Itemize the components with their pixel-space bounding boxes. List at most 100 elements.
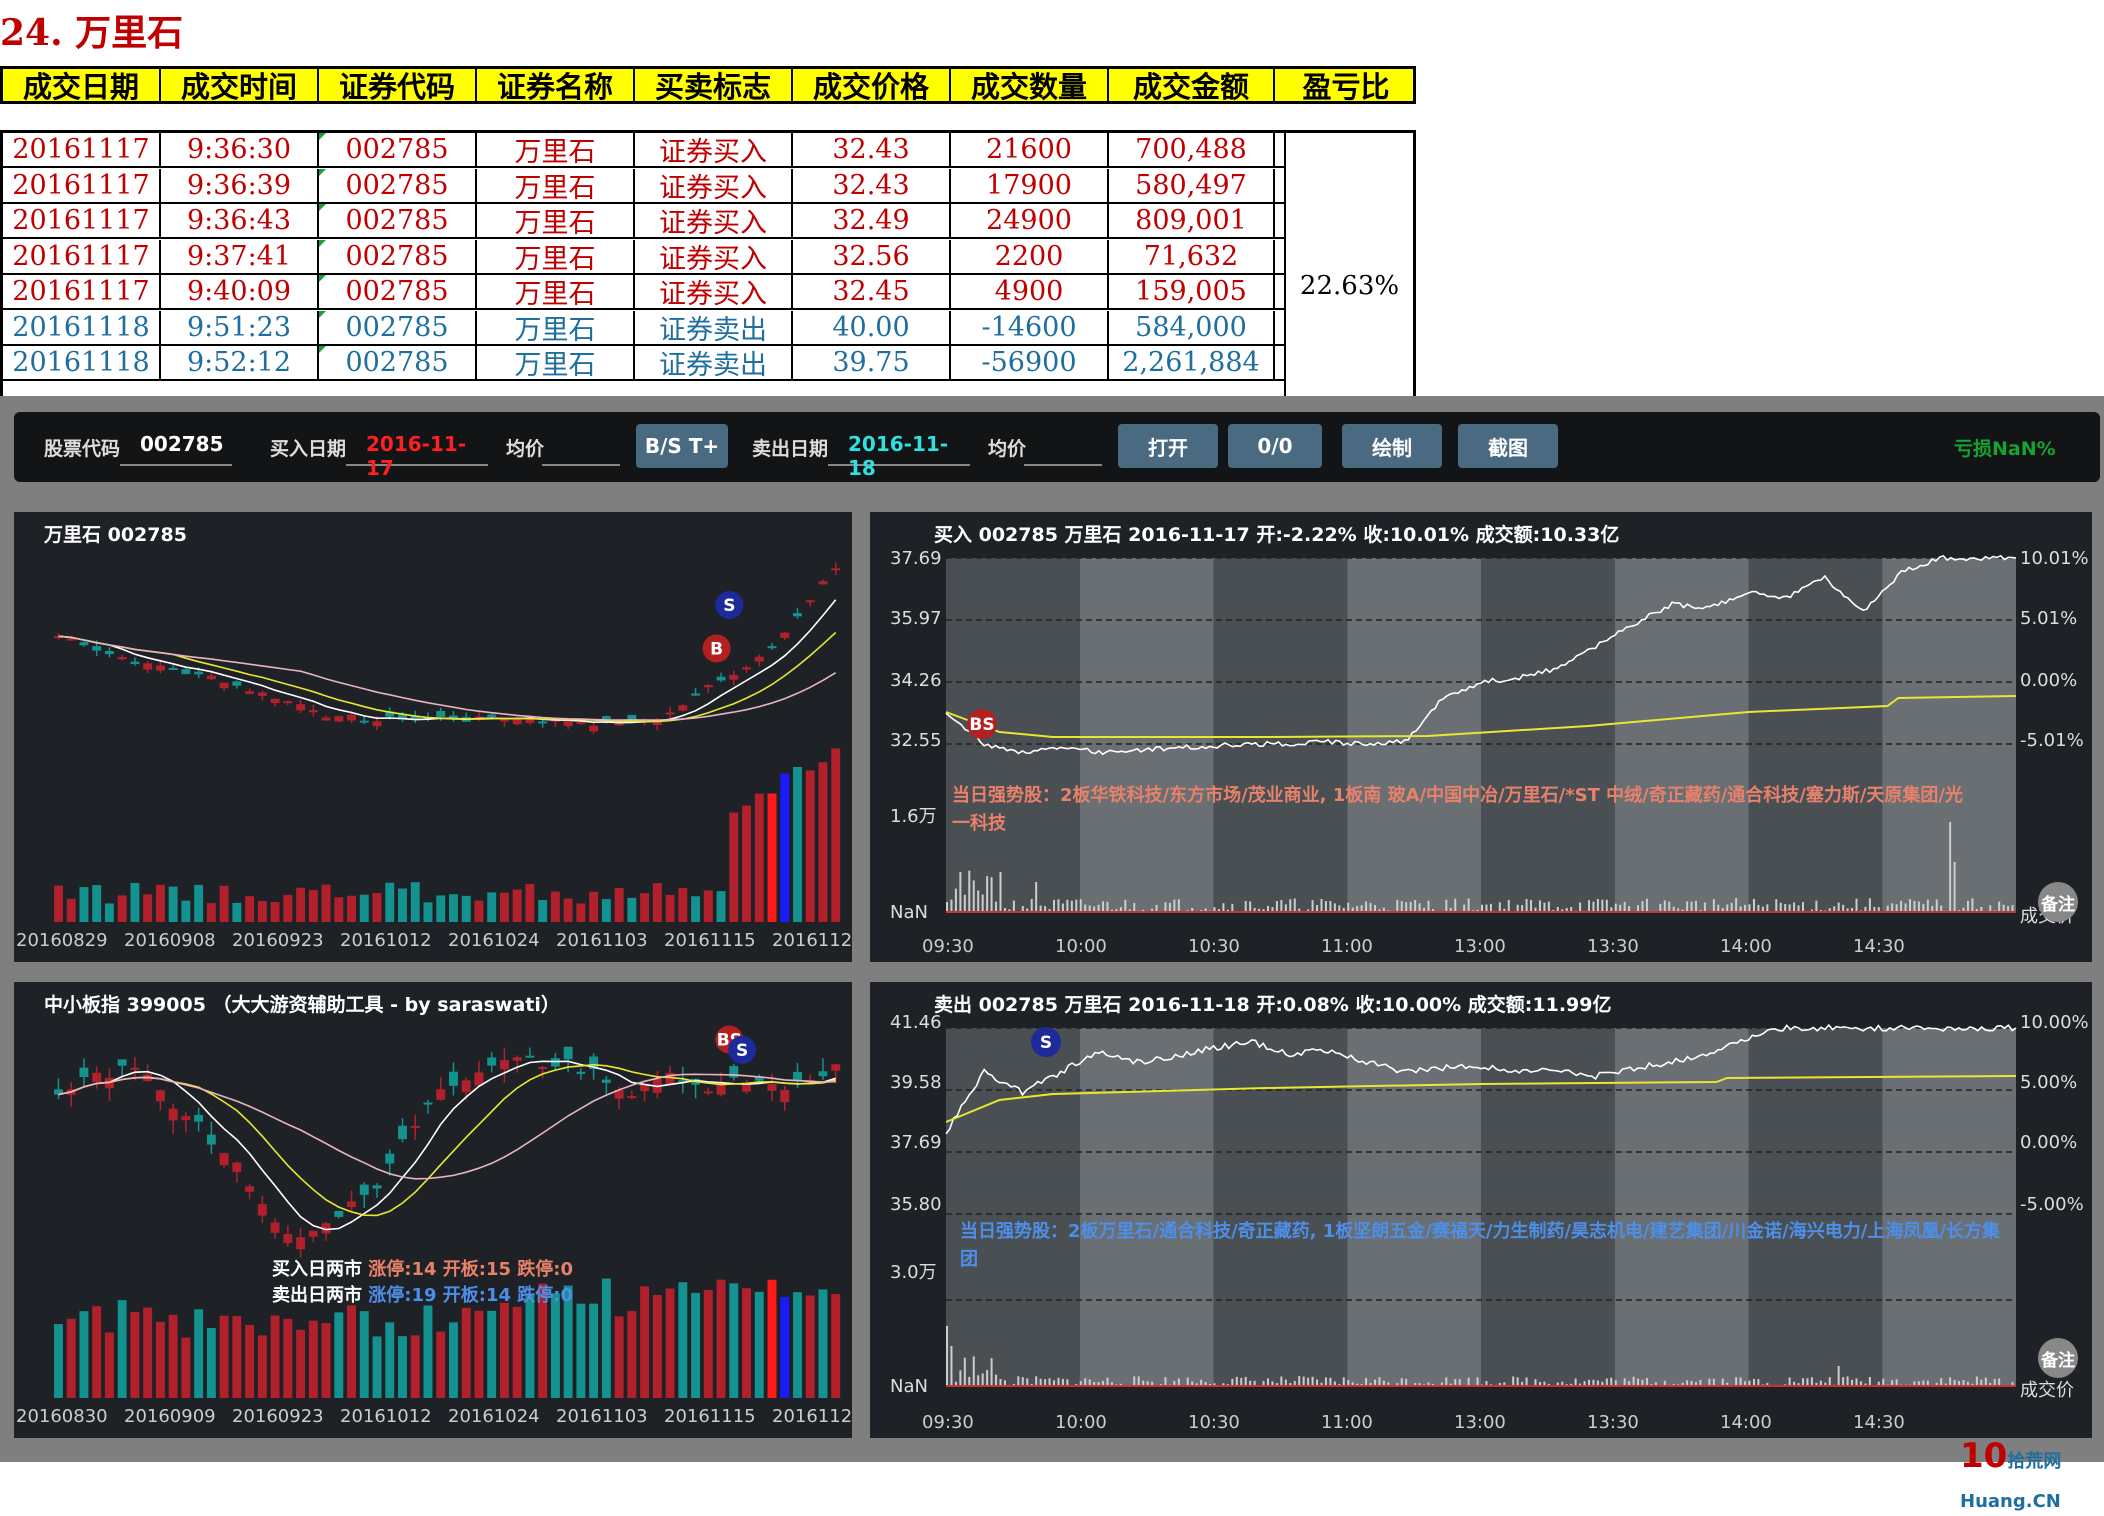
volume-bar xyxy=(946,1326,948,1386)
volume-bar xyxy=(322,1323,331,1398)
candle-body xyxy=(780,633,789,638)
candle-body xyxy=(118,1059,127,1065)
volume-bar xyxy=(1517,905,1519,912)
axis-label: 20160923 xyxy=(232,930,324,954)
table-cell: 39.75 xyxy=(793,346,951,379)
table-cell: 21600 xyxy=(951,133,1109,166)
axis-label: 20160908 xyxy=(124,930,216,954)
axis-label: 成交价 xyxy=(2020,1376,2074,1402)
note-button[interactable]: 备注 xyxy=(2038,1338,2078,1378)
volume-bar xyxy=(1512,1376,1514,1386)
volume-bar xyxy=(1414,900,1416,912)
table-cell: 万里石 xyxy=(477,346,635,379)
buy-market-stats: 买入日两市 涨停:14 开板:15 跌停:0 xyxy=(272,1256,573,1284)
table-cell: 32.43 xyxy=(793,169,951,202)
candle-body xyxy=(564,721,573,726)
candle-body xyxy=(436,711,445,717)
table-cell: 159,005 xyxy=(1109,275,1275,308)
table-cell: 4900 xyxy=(951,275,1109,308)
table-row: 201611179:36:39002785万里石证券买入32.431790058… xyxy=(3,169,1284,204)
volume-bar xyxy=(1365,1378,1367,1386)
volume-bar xyxy=(1173,900,1175,912)
volume-bar xyxy=(1615,904,1617,912)
volume-bar xyxy=(1998,1378,2000,1386)
volume-bar xyxy=(1169,903,1171,912)
volume-bar xyxy=(1749,904,1751,912)
candle-body xyxy=(220,1153,229,1165)
volume-bar xyxy=(1597,899,1599,912)
volume-bar xyxy=(1075,900,1077,912)
grid-band xyxy=(946,558,1080,912)
volume-bar xyxy=(717,1280,726,1398)
axis-label: 13:30 xyxy=(1587,936,1639,954)
volume-bar xyxy=(1735,898,1737,912)
volume-bar xyxy=(678,1282,687,1398)
avg-price-input-2[interactable] xyxy=(1024,426,1102,466)
volume-bar xyxy=(1789,1378,1791,1386)
table-cell: 9:52:12 xyxy=(161,346,319,379)
volume-bar xyxy=(1954,862,1956,912)
grid-band xyxy=(1080,1028,1214,1386)
volume-bar xyxy=(806,1295,815,1398)
table-row: 201611189:52:12002785万里石证券卖出39.75-569002… xyxy=(3,346,1284,381)
avg-price-input-1[interactable] xyxy=(542,426,620,466)
volume-bar xyxy=(1405,1379,1407,1386)
candle-body xyxy=(207,1135,216,1145)
candle-body xyxy=(118,657,127,659)
candle-body xyxy=(525,720,534,723)
table-header-cell: 证券代码 xyxy=(319,69,477,101)
volume-bar xyxy=(1592,902,1594,912)
table-cell: 002785 xyxy=(319,240,477,273)
candle-body xyxy=(181,669,190,674)
volume-bar xyxy=(780,1297,789,1398)
table-cell: 002785 xyxy=(319,133,477,166)
volume-bar xyxy=(474,1311,483,1398)
volume-bar xyxy=(156,885,165,922)
volume-bar xyxy=(1548,902,1550,912)
candle-body xyxy=(500,1060,509,1069)
table-cell: -56900 xyxy=(951,346,1109,379)
volume-bar xyxy=(92,1306,101,1398)
volume-bar xyxy=(245,896,254,922)
volume-bar xyxy=(1793,902,1795,912)
candle-body xyxy=(232,681,241,685)
volume-bar xyxy=(1080,899,1082,912)
note-button[interactable]: 备注 xyxy=(2038,882,2078,922)
volume-bar xyxy=(1543,903,1545,912)
table-cell: 9:36:43 xyxy=(161,204,319,237)
bs-t-button[interactable]: B/S T+ xyxy=(636,424,728,468)
volume-bar xyxy=(1178,899,1180,912)
volume-bar xyxy=(1066,1379,1068,1386)
volume-bar xyxy=(831,748,840,922)
volume-bar xyxy=(1325,1377,1327,1386)
table-cell: 9:40:09 xyxy=(161,275,319,308)
index-kline-panel: BSS 中小板指 399005 （大大游资辅助工具 - by saraswati… xyxy=(14,982,852,1438)
axis-label: 37.69 xyxy=(890,548,942,569)
candle-body xyxy=(105,651,114,654)
buy-date-input[interactable]: 2016-11-17 xyxy=(346,426,488,466)
volume-bar xyxy=(1842,905,1844,912)
sell-date-input[interactable]: 2016-11-18 xyxy=(828,426,970,466)
volume-bar xyxy=(1927,900,1929,912)
candle-body xyxy=(704,685,713,687)
volume-bar xyxy=(1049,1378,1051,1386)
stock-code-input[interactable]: 002785 xyxy=(120,426,232,466)
volume-bar xyxy=(360,1311,369,1398)
candle-body xyxy=(411,1126,420,1128)
volume-bar xyxy=(1994,1379,1996,1386)
volume-bar xyxy=(296,888,305,922)
screenshot-button[interactable]: 截图 xyxy=(1458,424,1558,468)
candle-body xyxy=(602,1080,611,1083)
table-cell: 20161117 xyxy=(3,240,161,273)
volume-bar xyxy=(1784,904,1786,912)
candle-body xyxy=(487,715,496,717)
volume-bar xyxy=(232,903,241,922)
open-button[interactable]: 打开 xyxy=(1118,424,1218,468)
volume-bar xyxy=(968,871,970,912)
candle-body xyxy=(283,1234,292,1243)
volume-bar xyxy=(1477,1377,1479,1386)
draw-button[interactable]: 绘制 xyxy=(1342,424,1442,468)
volume-bar xyxy=(1267,1378,1269,1386)
counter-button[interactable]: 0/0 xyxy=(1228,424,1322,468)
candle-body xyxy=(729,675,738,680)
